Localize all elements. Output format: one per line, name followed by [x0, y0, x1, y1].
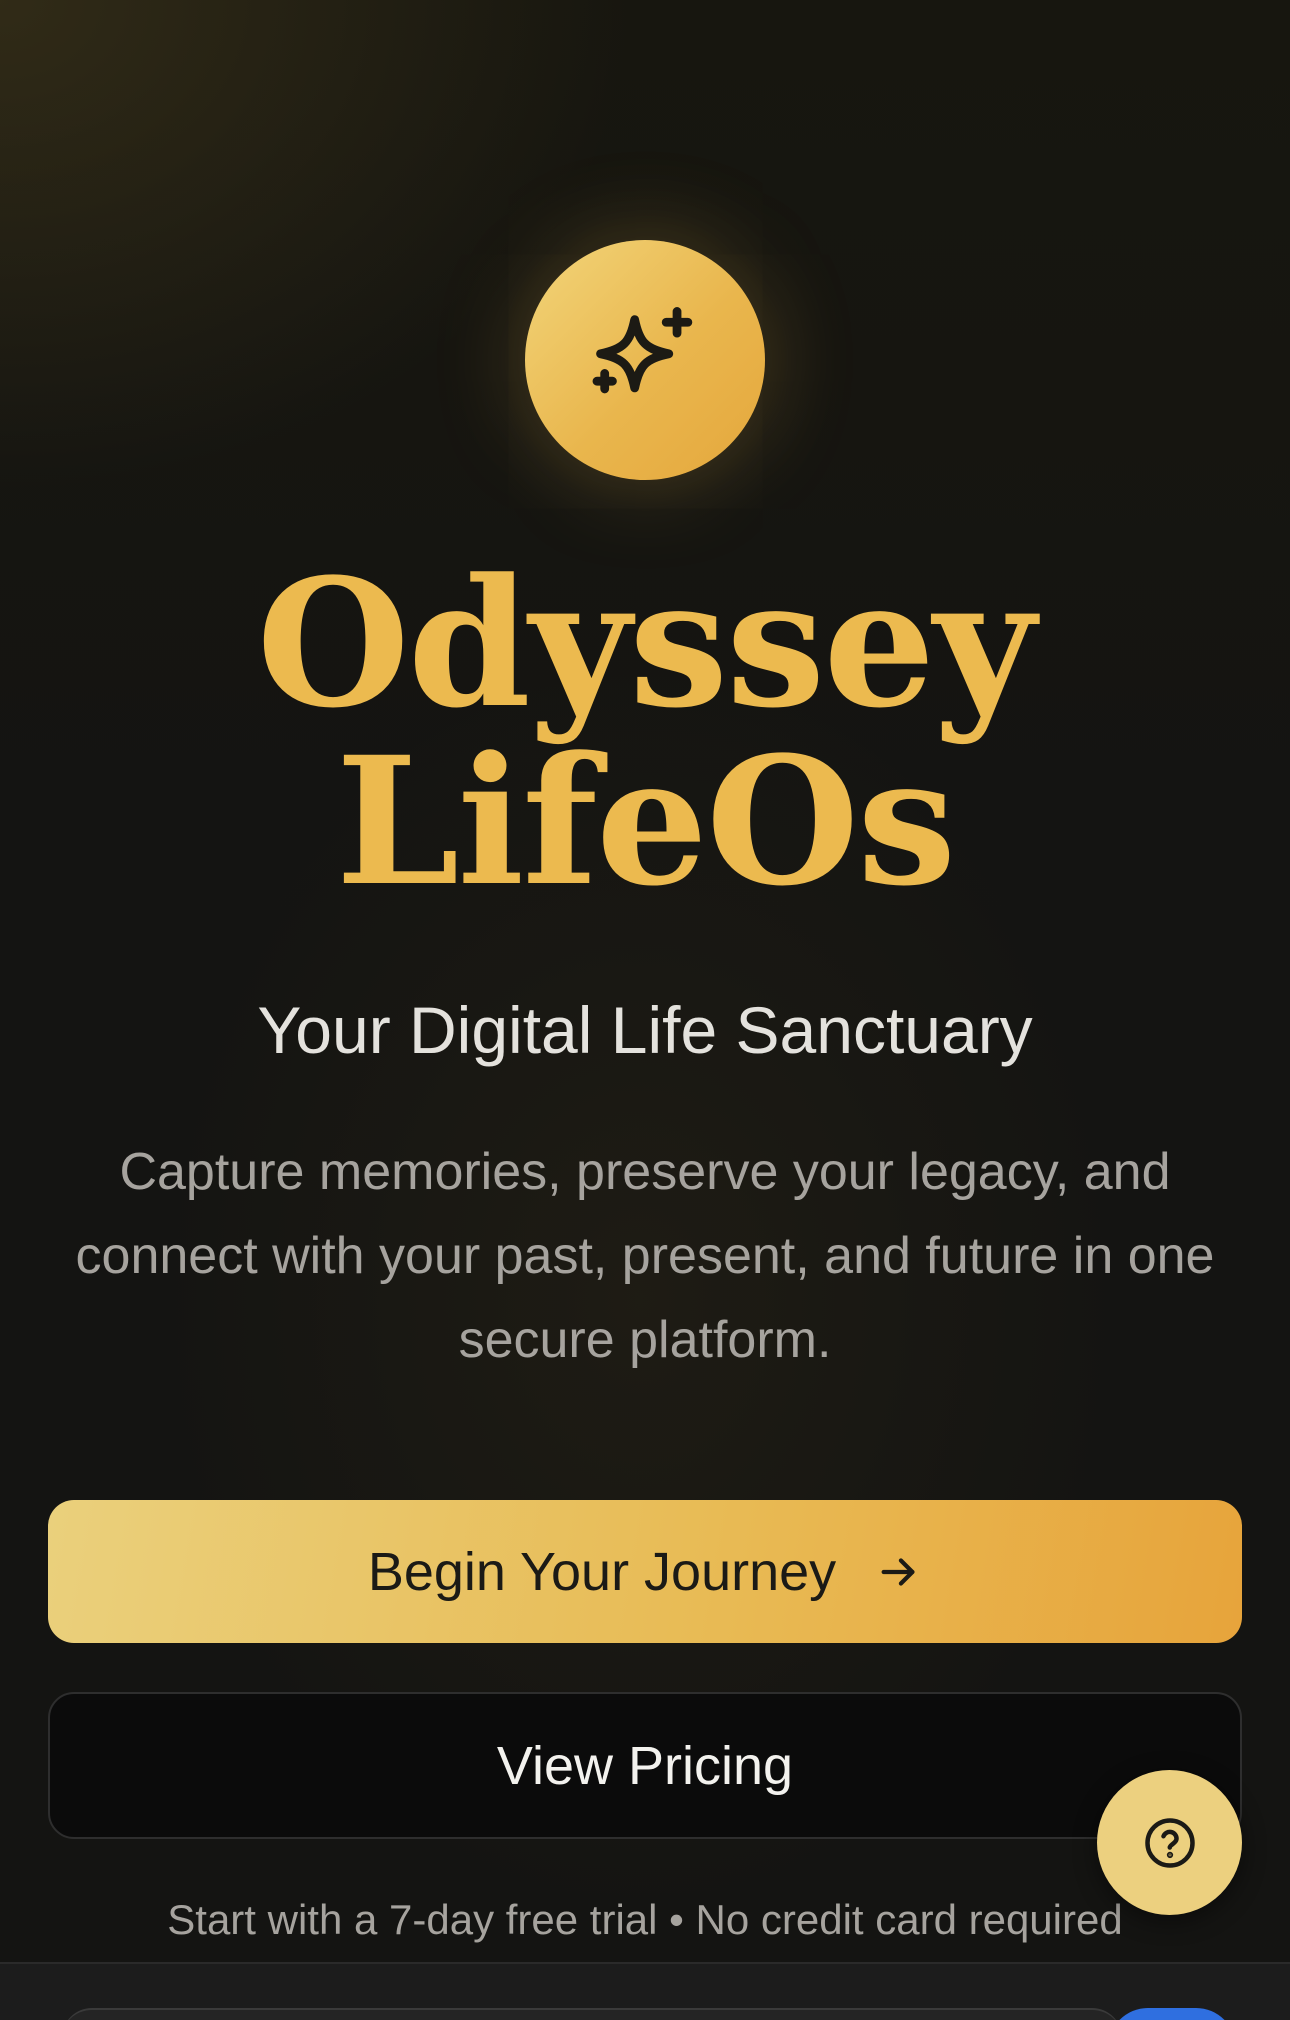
- trial-footnote: Start with a 7-day free trial • No credi…: [167, 1896, 1123, 1943]
- bottom-input-peek[interactable]: [62, 2008, 1122, 2020]
- logo-badge: [525, 240, 765, 480]
- tagline: Your Digital Life Sanctuary: [257, 993, 1033, 1067]
- help-button[interactable]: [1097, 1770, 1242, 1915]
- question-circle-icon: [1144, 1817, 1195, 1868]
- landing-page: Odyssey LifeOs Your Digital Life Sanctua…: [0, 0, 1290, 2020]
- app-title-line-2: LifeOs: [335, 718, 957, 925]
- app-title-line-1: Odyssey: [256, 540, 1035, 747]
- begin-journey-button[interactable]: Begin Your Journey: [48, 1500, 1242, 1643]
- bottom-bar: [0, 1962, 1290, 2020]
- hero-description: Capture memories, preserve your legacy, …: [75, 1143, 1215, 1369]
- bottom-action-peek[interactable]: [1108, 2008, 1236, 2020]
- begin-journey-label: Begin Your Journey: [367, 1541, 837, 1602]
- app-title: Odyssey LifeOs: [0, 555, 1290, 911]
- sparkles-icon: [592, 307, 693, 394]
- view-pricing-label: View Pricing: [496, 1735, 794, 1796]
- view-pricing-button[interactable]: View Pricing: [48, 1692, 1242, 1839]
- arrow-right-icon: [876, 1549, 922, 1595]
